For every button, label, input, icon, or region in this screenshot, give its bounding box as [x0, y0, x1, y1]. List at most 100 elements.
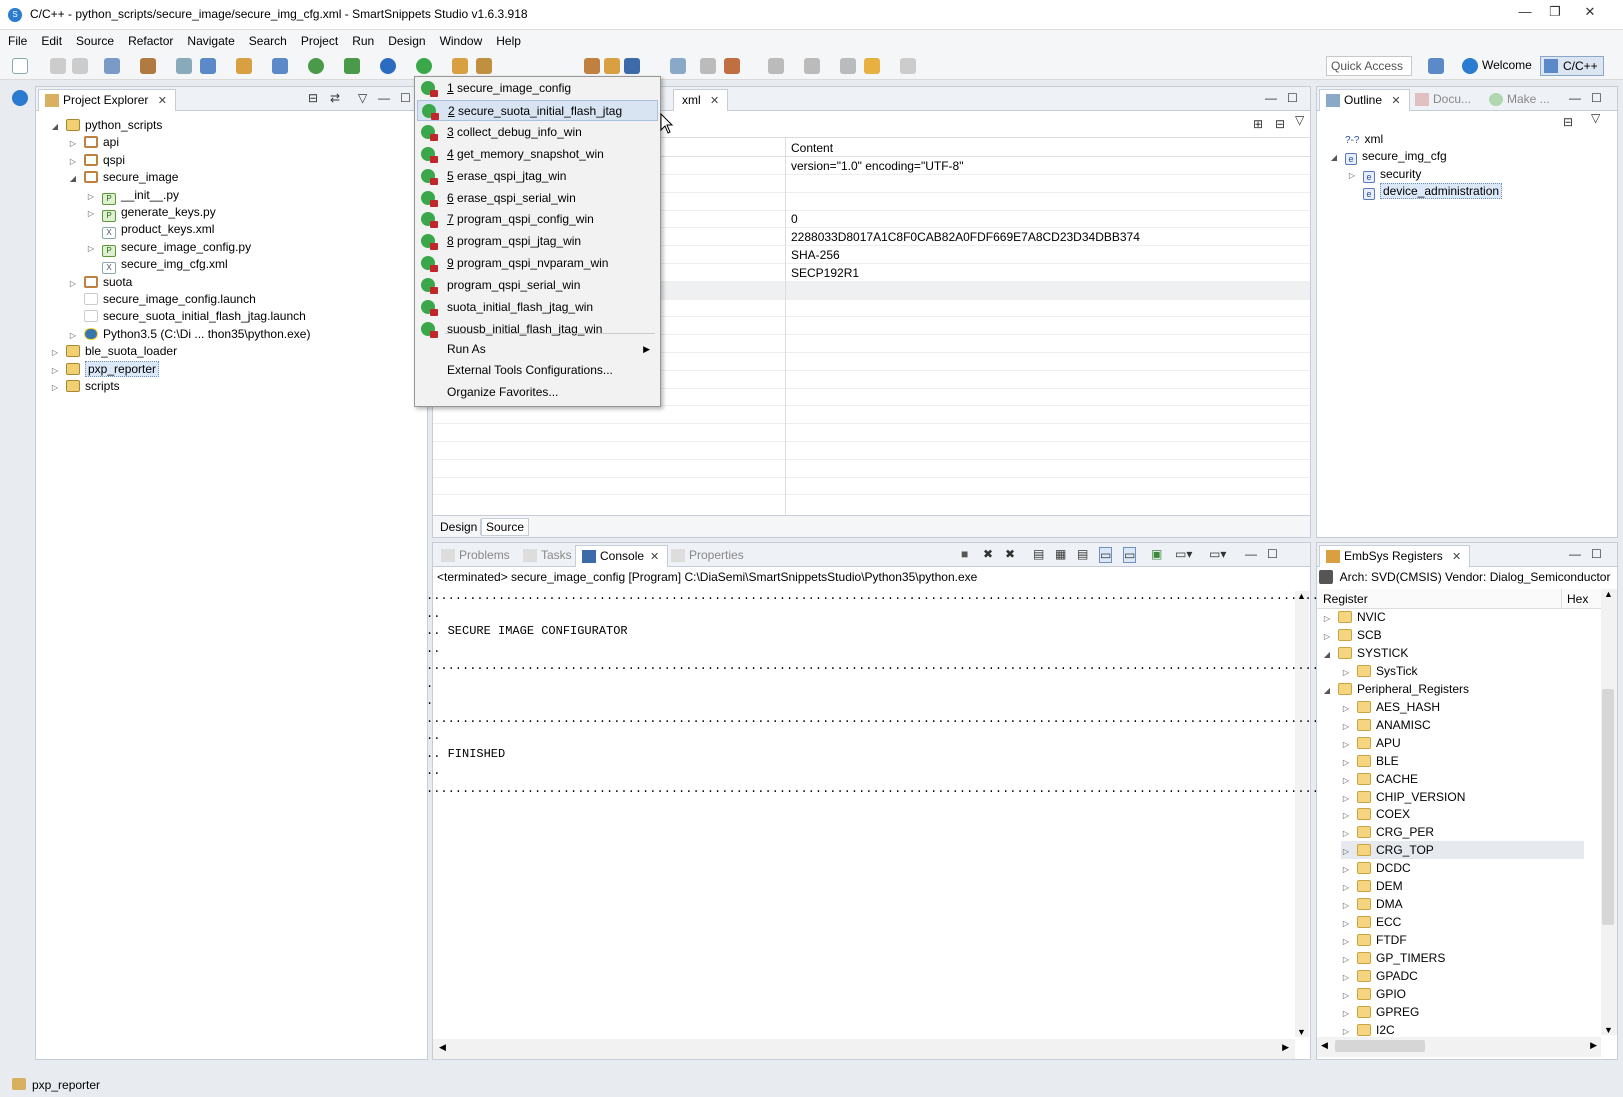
register-tree-item[interactable]: ▷ CRG_TOP [1341, 841, 1584, 860]
scrollbar-thumb[interactable] [1602, 689, 1614, 925]
show-console-stderr-icon[interactable]: ▭ [1123, 547, 1137, 563]
run-external-tools-icon[interactable] [416, 58, 432, 74]
run-config-item[interactable]: 2 secure_suota_initial_flash_jtag [417, 99, 658, 121]
tab-outline[interactable]: Outline ✕ [1319, 89, 1410, 111]
editor-grid-row[interactable] [433, 424, 1310, 442]
maximize-view-icon[interactable]: ☐ [1267, 547, 1278, 561]
pin-icon[interactable] [670, 58, 686, 74]
run-config-item[interactable]: program_qspi_serial_win [417, 275, 658, 296]
minimize-view-icon[interactable]: — [1245, 547, 1257, 561]
collapse-all-icon[interactable]: ⊟ [1275, 117, 1285, 131]
register-tree-item[interactable]: ▷ I2C [1341, 1021, 1395, 1039]
tree-item[interactable]: ◢ python_scripts [50, 116, 162, 134]
menu-source[interactable]: Source [68, 30, 120, 48]
close-tab-icon[interactable]: ✕ [158, 95, 167, 107]
menu-run-as[interactable]: Run As ▶ [417, 339, 658, 360]
tree-item[interactable]: ▷ api [68, 133, 119, 151]
build-hammer-icon[interactable] [140, 58, 156, 74]
terminate-icon[interactable]: ■ [961, 547, 968, 561]
register-tree-item[interactable]: ▷ ECC [1341, 913, 1401, 931]
registers-vertical-scrollbar[interactable]: ▲ ▼ [1601, 589, 1617, 1035]
save-icon[interactable] [50, 58, 66, 74]
maximize-view-icon[interactable]: ☐ [1591, 91, 1602, 105]
menu-design[interactable]: Design [380, 30, 431, 48]
register-tree-item[interactable]: ◢ Peripheral_Registers [1322, 680, 1469, 698]
scroll-right-icon[interactable]: ▶ [1590, 1040, 1597, 1051]
register-tree-item[interactable]: ▷ NVIC [1322, 608, 1386, 626]
register-tree-item[interactable]: ◢ SYSTICK [1322, 644, 1408, 662]
menu-run[interactable]: Run [344, 30, 380, 48]
open-console-icon[interactable]: ▭▾ [1209, 547, 1226, 561]
collapse-all-icon[interactable]: ⊟ [1563, 115, 1573, 129]
editor-grid-row[interactable] [433, 406, 1310, 425]
close-button[interactable]: ✕ [1575, 2, 1605, 22]
minimize-view-icon[interactable]: — [1569, 547, 1581, 561]
next-annotation-icon[interactable] [768, 58, 784, 74]
menu-external-tools-configurations[interactable]: External Tools Configurations... [417, 360, 658, 381]
menu-organize-favorites[interactable]: Organize Favorites... [417, 382, 658, 403]
scrollbar-thumb[interactable] [1335, 1040, 1425, 1052]
outline-item[interactable]: ?-? xml [1329, 130, 1383, 148]
close-tab-icon[interactable]: ✕ [710, 95, 719, 107]
tab-documentation[interactable]: Docu... [1409, 89, 1479, 111]
outline-item[interactable]: ◢ e secure_img_cfg [1329, 147, 1447, 166]
outline-item[interactable]: e device_administration [1347, 182, 1503, 201]
cpp-perspective-button[interactable]: C/C++ [1540, 56, 1604, 76]
tab-tasks[interactable]: Tasks [517, 545, 580, 567]
minimize-editor-icon[interactable]: — [1265, 91, 1277, 105]
registers-horizontal-scrollbar[interactable]: ◀ ▶ [1317, 1037, 1601, 1057]
minimize-button[interactable]: — [1510, 2, 1540, 22]
quick-access-input[interactable]: Quick Access [1326, 56, 1412, 76]
register-tree-item[interactable]: ▷ CACHE [1341, 770, 1418, 788]
tree-item[interactable]: ▷ suota [68, 273, 132, 291]
tree-item[interactable]: ▷ Psecure_image_config.py [86, 238, 251, 257]
editor-menu-icon[interactable]: ▽ [1295, 113, 1304, 127]
register-tree-item[interactable]: ▷ GPREG [1341, 1003, 1419, 1021]
last-edit-icon[interactable] [840, 58, 856, 74]
run-config-item[interactable]: 4 get_memory_snapshot_win [417, 144, 658, 165]
pin-console-icon[interactable]: ▣ [1151, 547, 1162, 561]
tree-item[interactable]: ▷ Python3.5 (C:\Di ... thon35\python.exe) [68, 325, 311, 343]
outline-item[interactable]: ▷ e security [1347, 165, 1421, 183]
minimize-view-icon[interactable]: — [378, 91, 390, 105]
tree-item[interactable]: ▷ P __init__.py [86, 186, 179, 205]
tree-item[interactable]: ◢ secure_image [68, 168, 178, 186]
wand-icon[interactable] [476, 58, 492, 74]
remove-all-launches-icon[interactable]: ✖ [1005, 547, 1015, 561]
scroll-down-icon[interactable]: ▼ [1604, 1025, 1613, 1035]
expanded-arrow-icon[interactable]: ◢ [68, 170, 78, 188]
run-config-item[interactable]: 1 secure_image_config [417, 78, 658, 99]
close-tab-icon[interactable]: ✕ [650, 551, 659, 563]
scroll-lock-icon[interactable]: ▦ [1055, 547, 1066, 561]
scroll-up-icon[interactable]: ▲ [1604, 589, 1613, 599]
view-menu-icon[interactable]: ▽ [358, 91, 367, 105]
run-config-item[interactable]: 7 program_qspi_config_win [417, 209, 658, 230]
run-config-item[interactable]: 8 program_qspi_jtag_win [417, 231, 658, 252]
tree-item[interactable]: ▷ qspi [68, 151, 125, 169]
tree-item[interactable]: ▷ Pgenerate_keys.py [86, 203, 216, 222]
maximize-view-icon[interactable]: ☐ [400, 91, 411, 105]
tab-source[interactable]: Source [481, 518, 530, 536]
new-folder-icon[interactable] [236, 58, 252, 74]
welcome-perspective-button[interactable]: Welcome [1462, 56, 1536, 76]
show-console-stdout-icon[interactable]: ▭ [1099, 547, 1113, 563]
register-tree-item[interactable]: ▷ BLE [1341, 752, 1399, 770]
maximize-editor-icon[interactable]: ☐ [1287, 91, 1298, 105]
run-config-item[interactable]: 6 erase_qspi_serial_win [417, 188, 658, 209]
word-wrap-icon[interactable]: ▤ [1077, 547, 1088, 561]
smartsnippets-icon[interactable] [12, 90, 28, 106]
menu-file[interactable]: File [0, 30, 33, 48]
menu-edit[interactable]: Edit [33, 30, 68, 48]
register-tree-item[interactable]: ▷ GPADC [1341, 967, 1418, 985]
run-config-item[interactable]: 3 collect_debug_info_win [417, 122, 658, 143]
menu-navigate[interactable]: Navigate [179, 30, 240, 48]
register-tree-item[interactable]: ▷ DMA [1341, 895, 1403, 913]
menu-help[interactable]: Help [488, 30, 527, 48]
maximize-view-icon[interactable]: ☐ [1591, 547, 1602, 561]
register-tree-item[interactable]: ▷ CRG_PER [1341, 823, 1434, 841]
chip-select-icon[interactable] [1319, 570, 1333, 584]
minimize-view-icon[interactable]: — [1569, 91, 1581, 105]
editor-grid-row[interactable] [433, 477, 1310, 496]
back-arrow-icon[interactable] [864, 58, 880, 74]
expanded-arrow-icon[interactable]: ◢ [50, 118, 60, 136]
